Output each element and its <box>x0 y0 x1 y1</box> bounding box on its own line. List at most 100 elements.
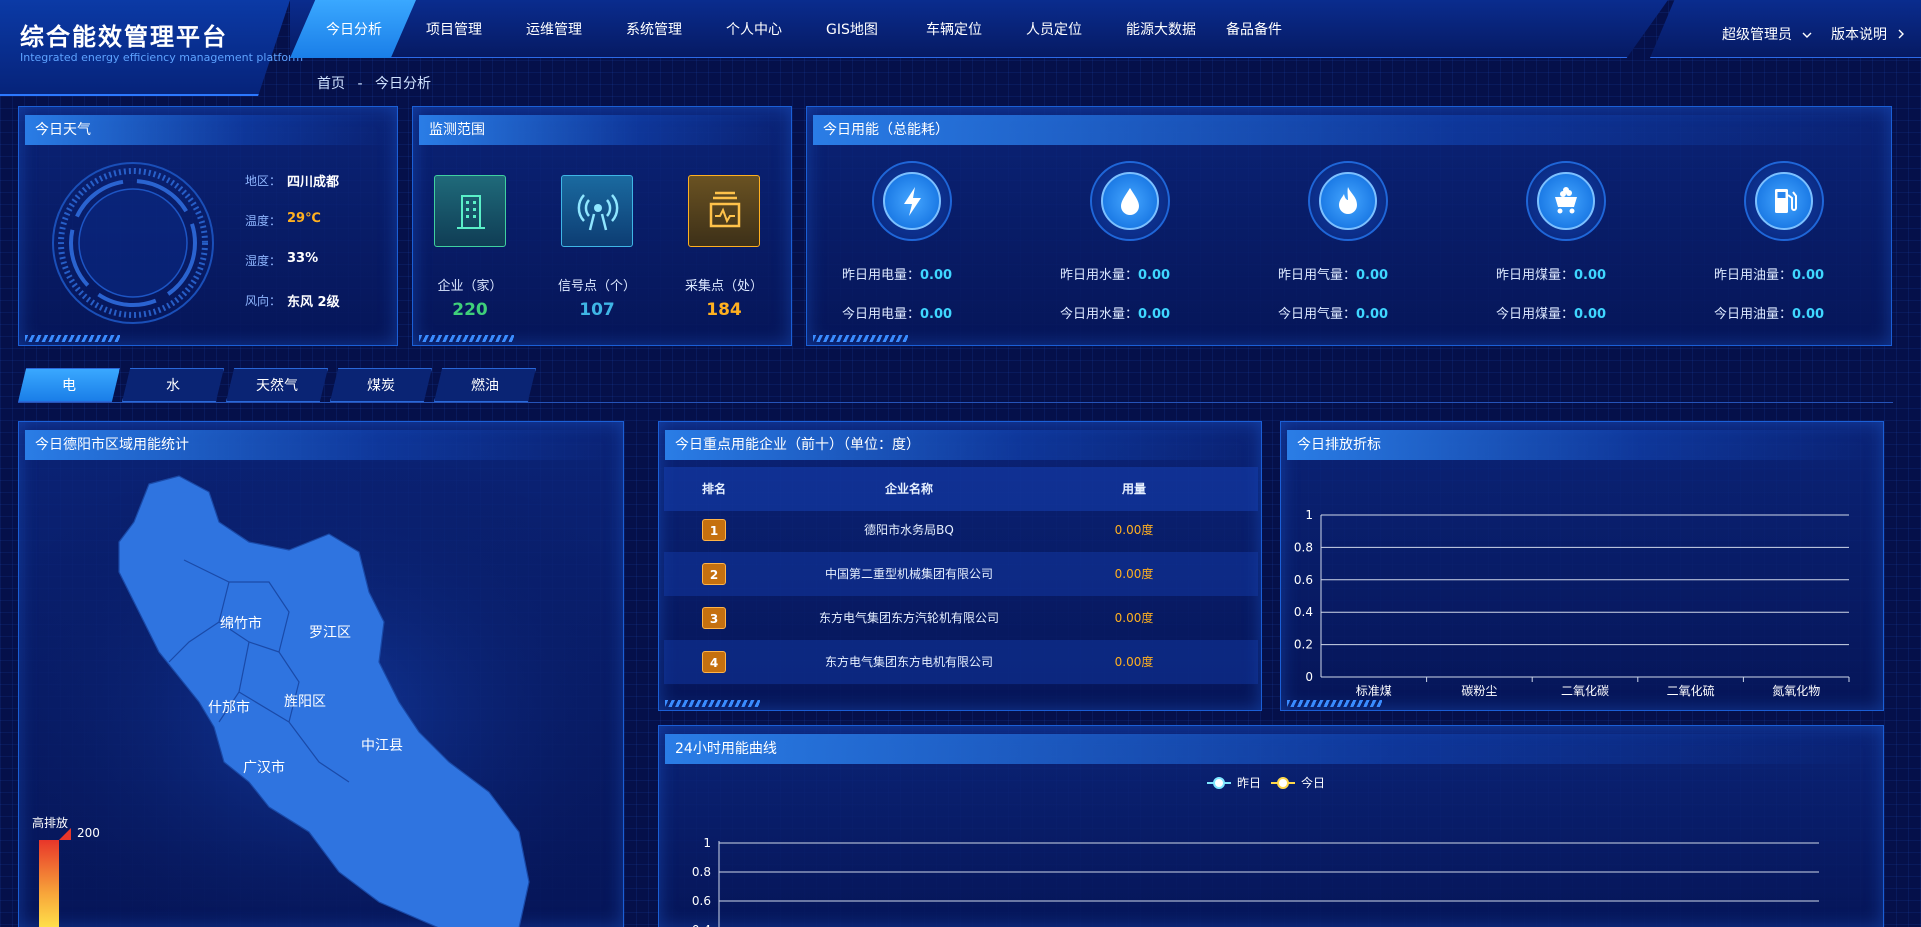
yesterday-gas: 昨日用气量：0.00 <box>1278 268 1389 283</box>
tab-divider <box>18 402 1893 403</box>
energy-circle-oil <box>1744 161 1824 241</box>
tab-electricity[interactable]: 电 <box>18 368 120 402</box>
table-row[interactable]: 2 中国第二重型机械集团有限公司 0.00度 <box>664 552 1258 596</box>
enterprise-count: 220 <box>452 300 488 320</box>
y-tick-label: 0.4 <box>1294 605 1313 619</box>
nav-gis-map[interactable]: GIS地图 <box>826 19 878 39</box>
nav-energy-big-data[interactable]: 能源大数据 <box>1126 19 1196 39</box>
usage-value: 0.00度 <box>1114 655 1154 669</box>
nav-today-analysis[interactable]: 今日分析 <box>326 19 382 39</box>
hourly-line-chart: 0.4 0.6 0.8 1 昨日 今日 <box>692 775 1819 927</box>
region-label-zhongjiang: 中江县 <box>361 738 403 754</box>
tab-water[interactable]: 水 <box>122 368 224 402</box>
wind-label: 风向： <box>245 294 282 308</box>
ranking-title: 今日重点用能企业（前十）（单位：度） <box>665 430 1255 460</box>
yesterday-water: 昨日用水量：0.00 <box>1060 268 1171 283</box>
usage-value: 0.00度 <box>1114 567 1154 581</box>
y-tick-label: 0.2 <box>1294 638 1313 652</box>
legend-label: 今日 <box>1301 775 1325 790</box>
yesterday-coal: 昨日用煤量：0.00 <box>1496 268 1607 283</box>
wind-value: 东风 2级 <box>287 295 340 310</box>
user-name: 超级管理员 <box>1722 27 1792 43</box>
user-menu[interactable]: 超级管理员 <box>1722 24 1812 44</box>
enterprise-name: 东方电气集团东方电机有限公司 <box>824 655 993 669</box>
y-tick-label: 0.8 <box>1294 540 1313 554</box>
x-tick-label: 氮氧化物 <box>1772 683 1820 698</box>
today-oil: 今日用油量：0.00 <box>1714 307 1825 322</box>
energy-circle-electricity <box>872 161 952 241</box>
nav-personal-center[interactable]: 个人中心 <box>726 19 782 39</box>
collector-icon <box>688 175 760 247</box>
usage-value: 0.00度 <box>1114 523 1154 537</box>
rank-badge: 4 <box>702 651 726 673</box>
version-link[interactable]: 版本说明 <box>1831 24 1905 44</box>
header-usage: 用量 <box>1121 482 1146 496</box>
legend-gradient-bar <box>39 840 59 927</box>
enterprise-name: 东方电气集团东方汽轮机有限公司 <box>818 611 999 625</box>
region-label-shifang: 什邡市 <box>208 699 250 716</box>
legend-marker <box>1277 777 1289 789</box>
tab-fuel-oil[interactable]: 燃油 <box>434 368 536 402</box>
humidity-label: 湿度： <box>245 254 282 268</box>
humidity-value: 33% <box>287 251 319 266</box>
enterprise-label: 企业（家） <box>437 279 503 294</box>
legend-max-value: 200 <box>77 826 100 840</box>
panel-decoration <box>813 335 908 342</box>
breadcrumb-home[interactable]: 首页 <box>317 76 345 92</box>
tab-coal[interactable]: 煤炭 <box>330 368 432 402</box>
rank-badge: 3 <box>702 607 726 629</box>
y-tick-label: 0 <box>1305 670 1313 684</box>
header-enterprise-name: 企业名称 <box>884 482 933 496</box>
chevron-down-icon <box>1802 27 1812 43</box>
app-title: 综合能效管理平台 <box>20 23 228 51</box>
enterprise-name: 德阳市水务局BQ <box>864 523 954 537</box>
today-water: 今日用水量：0.00 <box>1060 307 1171 322</box>
y-tick-label: 0.4 <box>692 923 711 927</box>
signal-point-label: 信号点（个） <box>557 279 636 294</box>
energy-title: 今日用能（总能耗） <box>813 115 1885 145</box>
table-row[interactable]: 1 德阳市水务局BQ 0.00度 <box>664 508 1258 552</box>
nav-personnel-location[interactable]: 人员定位 <box>1026 19 1082 39</box>
map-title: 今日德阳市区域用能统计 <box>25 430 617 460</box>
panel-decoration <box>665 700 760 707</box>
region-value: 四川成都 <box>287 175 340 190</box>
emission-panel: 今日排放折标 0 0.2 0.4 0.6 0.8 1 标准煤 碳粉尘 二氧化碳 二氧化硫 氮氧化物 <box>1280 421 1884 711</box>
header-rank: 排名 <box>701 482 726 496</box>
panel-decoration <box>25 335 120 342</box>
panel-decoration <box>1287 700 1382 707</box>
curve-panel: 24小时用能曲线 0.4 0.6 0.8 1 昨日 今日 <box>658 725 1884 927</box>
nav-spare-parts[interactable]: 备品备件 <box>1226 19 1282 39</box>
water-drop-icon <box>1101 172 1159 230</box>
coal-cart-icon <box>1537 172 1595 230</box>
y-tick-label: 0.6 <box>692 894 711 908</box>
weather-title: 今日天气 <box>25 115 391 145</box>
emission-bar-chart: 0 0.2 0.4 0.6 0.8 1 标准煤 碳粉尘 二氧化碳 二氧化硫 氮氧化物 <box>1294 508 1850 698</box>
temperature-value: 29℃ <box>287 211 321 226</box>
x-tick-label: 标准煤 <box>1356 684 1392 698</box>
today-gas: 今日用气量：0.00 <box>1278 307 1389 322</box>
nav-project-management[interactable]: 项目管理 <box>426 19 482 39</box>
curve-title: 24小时用能曲线 <box>665 734 1877 764</box>
building-icon <box>434 175 506 247</box>
energy-panel: 今日用能（总能耗） 昨日用电量：0.00 今日用电量：0.00 昨日用水量：0.… <box>806 106 1892 346</box>
yesterday-oil: 昨日用油量：0.00 <box>1714 268 1825 283</box>
nav-operations[interactable]: 运维管理 <box>526 19 582 39</box>
signal-icon <box>561 175 633 247</box>
version-label: 版本说明 <box>1831 27 1887 43</box>
tab-natural-gas[interactable]: 天然气 <box>226 368 328 402</box>
rank-badge: 2 <box>702 563 726 585</box>
y-tick-label: 0.6 <box>1294 573 1313 587</box>
legend-high-label: 高排放 <box>32 815 68 830</box>
energy-circle-water <box>1090 161 1170 241</box>
yesterday-electricity: 昨日用电量：0.00 <box>842 268 953 283</box>
enterprise-name: 中国第二重型机械集团有限公司 <box>824 567 993 581</box>
today-coal: 今日用煤量：0.00 <box>1496 307 1607 322</box>
weather-dial <box>49 159 217 327</box>
region-label-jingyang: 旌阳区 <box>284 694 326 710</box>
nav-system-management[interactable]: 系统管理 <box>626 19 682 39</box>
nav-vehicle-location[interactable]: 车辆定位 <box>926 19 982 39</box>
table-row[interactable]: 4 东方电气集团东方电机有限公司 0.00度 <box>664 640 1258 684</box>
table-row[interactable]: 3 东方电气集团东方汽轮机有限公司 0.00度 <box>664 596 1258 640</box>
flame-icon <box>1319 172 1377 230</box>
weather-panel: 今日天气 地区： 四川成都 温度： 29℃ 湿度： 33% 风向： 东风 2级 <box>18 106 398 346</box>
